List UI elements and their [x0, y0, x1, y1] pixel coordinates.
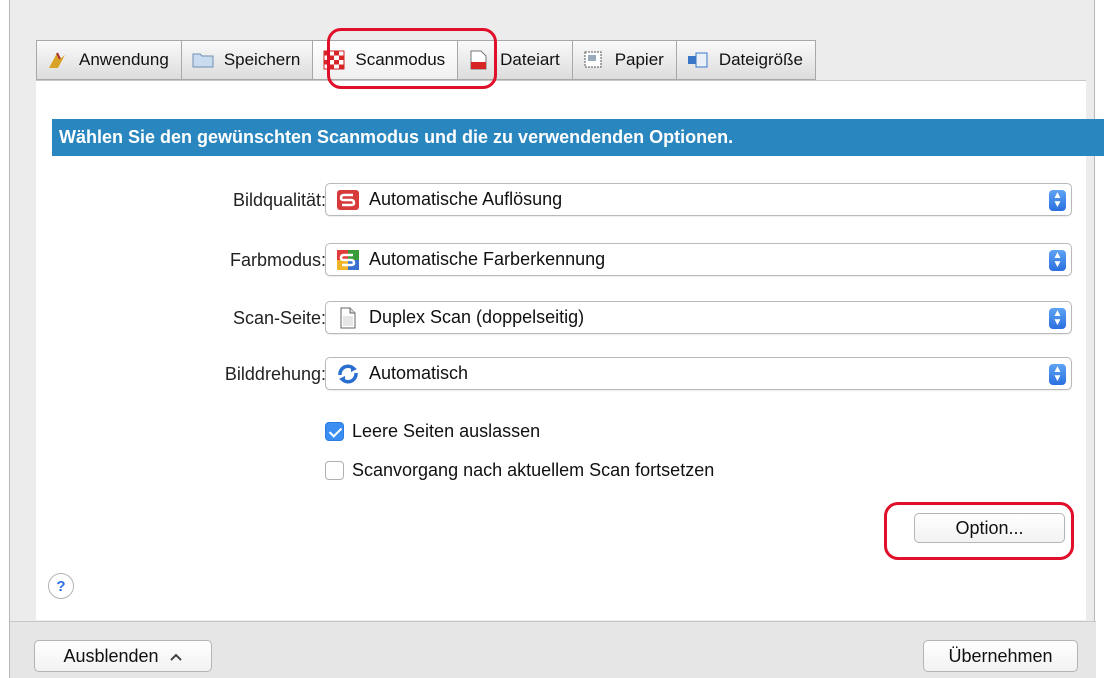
quality-select[interactable]: Automatische Auflösung ▲ ▼: [325, 183, 1072, 216]
tab-dateiart-label: Dateiart: [500, 50, 560, 69]
hide-button-label: Ausblenden: [63, 645, 159, 666]
paper-icon: [583, 50, 605, 70]
tab-dateigroesse-label: Dateigröße: [718, 50, 803, 69]
tab-dateigroesse[interactable]: Dateigröße: [675, 40, 816, 80]
scan-settings-window: Anwendung Speichern Scanmodus Dateiart P…: [9, 0, 1104, 678]
footer-bar: Ausblenden Übernehmen: [10, 621, 1096, 678]
quality-value: Automatische Auflösung: [369, 189, 563, 209]
application-icon: [47, 50, 69, 70]
color-select[interactable]: Automatische Farberkennung ▲ ▼: [325, 243, 1072, 276]
side-select[interactable]: Duplex Scan (doppelseitig) ▲ ▼: [325, 301, 1072, 334]
scan-mode-panel: Wählen Sie den gewünschten Scanmodus und…: [36, 80, 1104, 620]
help-button[interactable]: ?: [48, 573, 74, 599]
option-button[interactable]: Option...: [914, 513, 1065, 543]
tab-anwendung-label: Anwendung: [79, 50, 169, 69]
side-row: Scan-Seite: Duplex Scan (doppelseitig) ▲…: [36, 300, 1086, 336]
apply-button[interactable]: Übernehmen: [923, 640, 1078, 672]
rotation-value: Automatisch: [369, 363, 469, 383]
color-stepper-icon: ▲ ▼: [1049, 250, 1066, 271]
scan-mode-icon: [323, 50, 345, 70]
rotation-row: Bilddrehung: Automatisch ▲ ▼: [36, 356, 1086, 392]
tab-dateiart[interactable]: Dateiart: [457, 40, 572, 80]
side-value: Duplex Scan (doppelseitig): [369, 307, 585, 327]
file-size-icon: [687, 50, 709, 70]
quality-stepper-icon: ▲ ▼: [1049, 190, 1066, 211]
tab-papier-label: Papier: [614, 50, 664, 69]
tab-bar: Anwendung Speichern Scanmodus Dateiart P…: [36, 40, 816, 80]
side-stepper-icon: ▲ ▼: [1049, 308, 1066, 329]
tab-papier[interactable]: Papier: [571, 40, 676, 80]
rotation-label: Bilddrehung:: [224, 364, 326, 384]
rotation-stepper-icon: ▲ ▼: [1049, 364, 1066, 385]
tab-scanmodus[interactable]: Scanmodus: [312, 40, 458, 80]
instruction-banner: Wählen Sie den gewünschten Scanmodus und…: [52, 119, 1104, 156]
skip-blank-option[interactable]: Leere Seiten auslassen: [325, 419, 540, 443]
skip-blank-label: Leere Seiten auslassen: [352, 420, 541, 441]
color-label: Farbmodus:: [229, 250, 326, 270]
folder-icon: [192, 50, 214, 70]
chevron-up-icon: [169, 646, 183, 667]
rotate-icon: [336, 363, 360, 385]
auto-resolution-icon: [336, 189, 360, 211]
continue-scan-checkbox[interactable]: [325, 460, 344, 480]
quality-row: Bildqualität: Automatische Auflösung ▲ ▼: [36, 182, 1086, 218]
file-type-icon: [468, 50, 490, 70]
tab-speichern-label: Speichern: [223, 50, 301, 69]
color-row: Farbmodus: Automatische Farberkennung ▲ ▼: [36, 242, 1086, 278]
tab-anwendung[interactable]: Anwendung: [36, 40, 181, 80]
continue-scan-label: Scanvorgang nach aktuellem Scan fortsetz…: [352, 459, 715, 480]
side-label: Scan-Seite:: [232, 308, 326, 328]
color-value: Automatische Farberkennung: [369, 249, 606, 269]
continue-scan-option[interactable]: Scanvorgang nach aktuellem Scan fortsetz…: [325, 458, 714, 482]
skip-blank-checkbox[interactable]: [325, 421, 344, 441]
auto-color-icon: [336, 249, 360, 271]
rotation-select[interactable]: Automatisch ▲ ▼: [325, 357, 1072, 390]
hide-button[interactable]: Ausblenden: [34, 640, 212, 672]
tab-scanmodus-label: Scanmodus: [355, 50, 446, 69]
quality-label: Bildqualität:: [232, 190, 326, 210]
tab-speichern[interactable]: Speichern: [180, 40, 313, 80]
document-icon: [336, 307, 360, 329]
